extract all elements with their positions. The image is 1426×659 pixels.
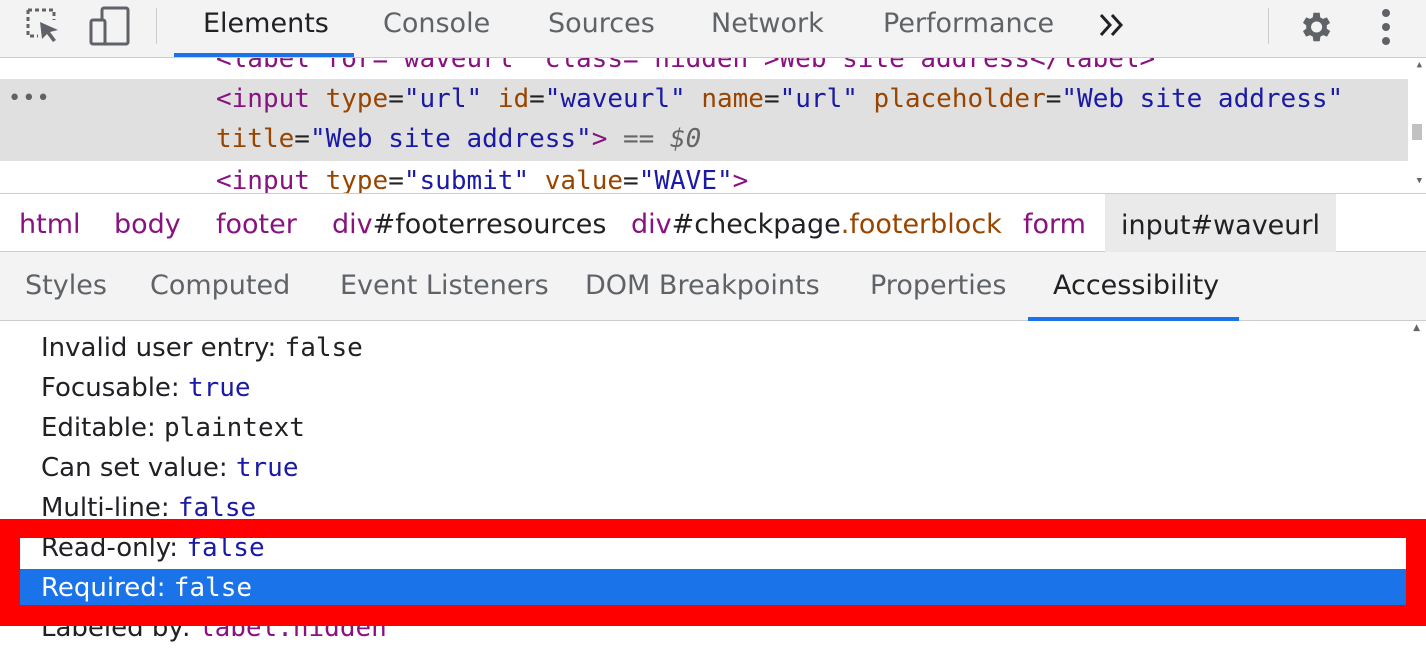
property-editable[interactable]: Editable: plaintext: [41, 413, 305, 443]
inspect-element-icon[interactable]: [24, 6, 64, 50]
property-label: Editable:: [41, 413, 156, 443]
attr-value: "url": [779, 84, 858, 114]
attr-value: "submit": [403, 166, 530, 194]
property-label: Invalid user entry:: [41, 333, 277, 363]
node-actions-ellipsis[interactable]: •••: [8, 86, 51, 111]
tag-name: input: [231, 84, 310, 114]
dom-scrollbar[interactable]: ▲ ▼: [1408, 58, 1426, 193]
breadcrumb-div-checkpage[interactable]: div#checkpage.footerblock: [631, 209, 1002, 240]
attr-name: name: [701, 84, 764, 114]
tab-properties[interactable]: Properties: [870, 270, 1006, 301]
property-focusable[interactable]: Focusable: true: [41, 373, 251, 403]
tab-console[interactable]: Console: [383, 8, 490, 39]
tag-bracket: >: [591, 124, 608, 154]
attr-name: type: [325, 166, 389, 194]
tab-elements[interactable]: Elements: [203, 8, 329, 39]
toolbar-divider: [1268, 8, 1269, 44]
attr-value: "url": [403, 84, 483, 114]
tag-bracket: <: [216, 84, 232, 114]
property-label: Can set value:: [41, 453, 228, 483]
crumb-class: .footerblock: [840, 209, 1002, 240]
property-label: Focusable:: [41, 373, 180, 403]
accessibility-pane: ▲ Invalid user entry: false Focusable: t…: [0, 321, 1426, 659]
tag-name: input: [231, 166, 310, 194]
breadcrumb-input-active[interactable]: input#waveurl: [1105, 194, 1337, 252]
property-value: false: [284, 333, 363, 363]
annotation-highlight-box: [0, 519, 1426, 626]
tab-styles[interactable]: Styles: [25, 270, 107, 301]
property-can-set-value[interactable]: Can set value: true: [41, 453, 299, 483]
breadcrumb: html body footer div#footerresources div…: [0, 194, 1426, 252]
tab-performance[interactable]: Performance: [883, 8, 1054, 39]
tab-event-listeners[interactable]: Event Listeners: [340, 270, 549, 301]
attr-name: title: [216, 124, 295, 154]
device-toolbar-icon[interactable]: [88, 6, 132, 52]
active-tab-indicator: [174, 53, 354, 57]
attr-name: value: [544, 166, 624, 194]
attr-value: "waveurl": [544, 84, 686, 114]
crumb-tag: div: [631, 209, 672, 240]
dom-line-input-continued[interactable]: title="Web site address"> == $0: [216, 124, 701, 154]
breadcrumb-footer[interactable]: footer: [216, 209, 297, 240]
attr-name: id: [497, 84, 530, 114]
scroll-down-arrow-icon[interactable]: ▼: [1417, 176, 1422, 186]
scroll-up-arrow-icon[interactable]: ▲: [1417, 60, 1422, 70]
toolbar-divider: [156, 8, 157, 44]
selected-node-marker: == $0: [623, 124, 702, 154]
dom-line-text: <label for="waveurl" class="hidden">Web …: [216, 58, 1156, 74]
attr-value: "WAVE": [638, 166, 733, 194]
crumb-id: #footerresources: [372, 209, 607, 240]
crumb-id: #checkpage: [671, 209, 841, 240]
dom-line-submit[interactable]: <input type="submit" value="WAVE">: [216, 166, 748, 194]
scrollbar-thumb[interactable]: [1412, 124, 1422, 140]
property-value: plaintext: [164, 413, 305, 443]
tab-sources[interactable]: Sources: [548, 8, 655, 39]
tab-network[interactable]: Network: [711, 8, 824, 39]
attr-name: type: [325, 84, 389, 114]
attr-value: "Web site address": [309, 124, 592, 154]
tab-dom-breakpoints[interactable]: DOM Breakpoints: [585, 270, 820, 301]
property-invalid-user-entry[interactable]: Invalid user entry: false: [41, 333, 363, 363]
gear-icon[interactable]: [1296, 8, 1334, 50]
breadcrumb-form[interactable]: form: [1023, 209, 1086, 240]
property-value: true: [235, 453, 299, 483]
breadcrumb-div-footerresources[interactable]: div#footerresources: [332, 209, 606, 240]
vertical-dots-icon[interactable]: [1380, 8, 1392, 50]
breadcrumb-body[interactable]: body: [114, 209, 181, 240]
tab-computed[interactable]: Computed: [150, 270, 290, 301]
dom-line-label[interactable]: <label for="waveurl" class="hidden">Web …: [216, 58, 1155, 74]
breadcrumb-html[interactable]: html: [19, 209, 81, 240]
dom-tree: <label for="waveurl" class="hidden">Web …: [0, 58, 1426, 194]
scroll-up-arrow-icon[interactable]: ▲: [1413, 323, 1420, 333]
tab-accessibility[interactable]: Accessibility: [1053, 270, 1219, 301]
dom-line-input-selected[interactable]: <input type="url" id="waveurl" name="url…: [216, 84, 1343, 114]
sidebar-tabs: Styles Computed Event Listeners DOM Brea…: [0, 252, 1426, 321]
crumb-tag: div: [332, 209, 373, 240]
attr-name: placeholder: [873, 84, 1046, 114]
property-value: true: [187, 373, 251, 403]
attr-value: "Web site address": [1061, 84, 1344, 114]
double-chevron-right-icon[interactable]: [1098, 12, 1126, 42]
devtools-toolbar: Elements Console Sources Network Perform…: [0, 0, 1426, 58]
